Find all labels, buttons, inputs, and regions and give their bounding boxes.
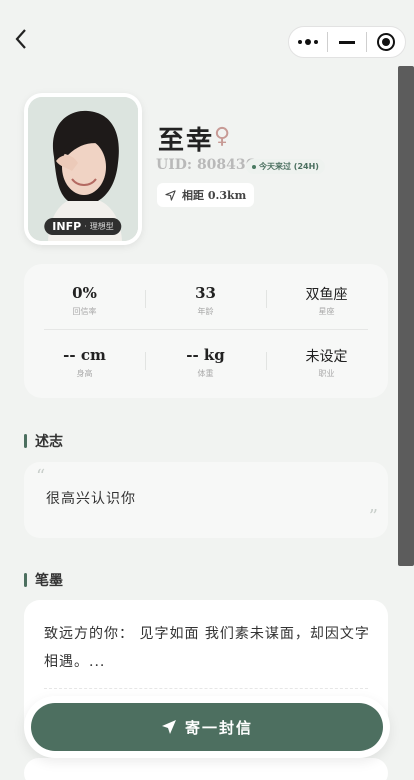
stat-label: 年龄 (197, 307, 214, 316)
stat-reply-rate: 0% 回信率 (24, 274, 145, 324)
avatar-photo: INFP · 理想型 (28, 97, 138, 241)
section-title-text: 述志 (35, 434, 63, 450)
mbti-separator: · (84, 222, 87, 231)
stat-label: 回信率 (72, 307, 97, 316)
minimize-icon[interactable] (328, 26, 366, 58)
mbti-badge: INFP · 理想型 (44, 218, 122, 235)
mbti-code: INFP (52, 220, 82, 233)
mini-program-capsule (288, 26, 406, 58)
stat-value: 双鱼座 (305, 287, 348, 303)
send-letter-label: 寄一封信 (184, 718, 253, 737)
close-quote-icon: ” (368, 506, 378, 527)
stat-value: -- kg (186, 346, 225, 364)
stat-value: 33 (195, 284, 216, 302)
female-icon: ♀ (214, 124, 231, 149)
letter-divider (44, 688, 368, 689)
send-bar: 寄一封信 (24, 696, 390, 758)
section-title-text: 笔墨 (35, 573, 63, 589)
intro-text: 很高兴认识你 (46, 491, 136, 507)
scrollbar[interactable] (398, 66, 414, 566)
stat-occupation: 未设定 职业 (266, 336, 387, 386)
mbti-type: 理想型 (89, 222, 114, 231)
stat-value: -- cm (63, 346, 106, 364)
more-icon[interactable] (289, 26, 327, 58)
stat-label: 体重 (197, 369, 214, 378)
letter-preview: 致远方的你： 见字如面 我们素未谋面，却因文字相遇。... (44, 626, 370, 670)
open-quote-icon: “ (36, 466, 46, 487)
next-card (24, 758, 388, 780)
section-marker (24, 434, 27, 448)
online-status-badge: 今天来过 (24H) (246, 159, 325, 174)
user-id: UID: 808436 (156, 157, 256, 173)
distance-tag: 相距 0.3km (157, 183, 255, 207)
stat-label: 星座 (318, 307, 335, 316)
distance-text: 相距 0.3km (182, 189, 247, 202)
navigation-arrow-icon (165, 189, 176, 201)
section-marker (24, 573, 27, 587)
intro-card: “ 很高兴认识你 ” (24, 462, 388, 538)
stat-value: 0% (72, 284, 97, 302)
stat-height: -- cm 身高 (24, 336, 145, 386)
stat-label: 身高 (76, 369, 93, 378)
online-status-text: 今天来过 (24H) (259, 162, 319, 171)
send-icon (161, 720, 176, 734)
send-letter-button[interactable]: 寄一封信 (31, 703, 383, 751)
stat-value: 未设定 (305, 349, 348, 365)
chevron-left-icon[interactable] (14, 28, 36, 56)
stat-weight: -- kg 体重 (145, 336, 266, 386)
stat-label: 职业 (318, 369, 335, 378)
stats-card: 0% 回信率 33 年龄 双鱼座 星座 -- cm 身高 -- kg 体重 未设… (24, 264, 388, 398)
profile-name: 至幸 (158, 126, 215, 156)
stat-zodiac: 双鱼座 星座 (266, 274, 387, 324)
close-target-icon[interactable] (367, 26, 405, 58)
avatar[interactable]: INFP · 理想型 (24, 93, 142, 245)
top-bar (0, 0, 414, 84)
stat-age: 33 年龄 (145, 274, 266, 324)
stats-divider (44, 329, 368, 330)
section-title-intro: 述志 (24, 431, 63, 451)
section-title-letters: 笔墨 (24, 570, 63, 590)
